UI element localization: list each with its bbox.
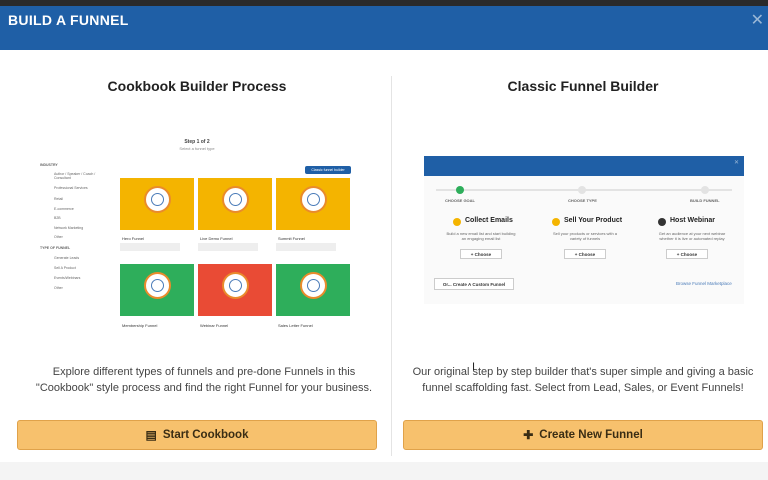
modal-header: BUILD A FUNNEL ✕ bbox=[0, 6, 768, 50]
modal-title: BUILD A FUNNEL bbox=[8, 12, 129, 28]
option-title: Sell Your Product bbox=[564, 217, 623, 224]
card-label: Hero Funnel bbox=[122, 236, 145, 241]
card-label: Webinar Funnel bbox=[200, 323, 229, 328]
sidebar-item: E-commerce bbox=[54, 207, 74, 211]
plus-icon: ✚ bbox=[523, 428, 534, 442]
sidebar-heading-type: TYPE OF FUNNEL bbox=[40, 246, 71, 250]
choose-button: + Choose bbox=[460, 249, 502, 259]
create-new-funnel-label: Create New Funnel bbox=[539, 429, 643, 441]
text-cursor-icon: I bbox=[472, 361, 476, 373]
sidebar-item: Generate Leads bbox=[54, 256, 80, 260]
marketplace-link: Browse Funnel Marketplace bbox=[676, 281, 732, 286]
book-icon: ▤ bbox=[145, 428, 157, 442]
step-label: BUILD FUNNEL bbox=[690, 198, 720, 203]
card-hero-funnel bbox=[120, 178, 194, 230]
choose-button: + Choose bbox=[666, 249, 708, 259]
start-cookbook-label: Start Cookbook bbox=[162, 429, 249, 441]
cart-icon bbox=[552, 218, 560, 226]
webinar-icon bbox=[658, 218, 666, 226]
email-icon bbox=[453, 218, 461, 226]
option-title: Host Webinar bbox=[670, 217, 715, 224]
preview-header-bar: ✕ bbox=[424, 156, 744, 176]
step-dot bbox=[578, 186, 586, 194]
classic-builder-mini-button: Classic funnel builder bbox=[305, 166, 351, 174]
sidebar-item: Retail bbox=[54, 197, 63, 201]
classic-builder-description: Our original step by step builder that's… bbox=[412, 366, 754, 394]
sidebar-heading-industry: INDUSTRY bbox=[40, 163, 58, 167]
step-label: CHOOSE GOAL bbox=[445, 198, 476, 203]
option-text: Get an audience at your next webinar whe… bbox=[658, 231, 726, 241]
sidebar-item: B2B bbox=[54, 216, 61, 220]
sidebar-item: Events/Webinars bbox=[54, 276, 81, 280]
preview-step-sub: Select a funnel type bbox=[179, 146, 215, 151]
choose-button: + Choose bbox=[564, 249, 606, 259]
cookbook-title: Cookbook Builder Process bbox=[107, 78, 287, 94]
option-text: Sell your products or services with a va… bbox=[552, 231, 618, 241]
option-text: Build a new email list and start buildin… bbox=[446, 231, 516, 241]
modal-footer bbox=[0, 462, 768, 480]
sidebar-item: Professional Services bbox=[54, 186, 88, 190]
sidebar-item: Author / Speaker / Coach / Consultant bbox=[54, 172, 96, 180]
card-label: Sales Letter Funnel bbox=[278, 323, 313, 328]
step-label: CHOOSE TYPE bbox=[568, 198, 597, 203]
card-summit-funnel bbox=[276, 178, 350, 230]
step-dot-active bbox=[456, 186, 464, 194]
preview-step: Step 1 of 2 bbox=[184, 139, 210, 145]
sidebar-item: Other bbox=[54, 235, 63, 239]
card-webinar-funnel bbox=[198, 264, 272, 316]
classic-builder-title: Classic Funnel Builder bbox=[507, 78, 659, 94]
card-descriptions bbox=[120, 243, 350, 251]
sidebar-item: Other bbox=[54, 286, 63, 290]
cookbook-description: Explore different types of funnels and p… bbox=[35, 366, 373, 394]
create-new-funnel-button[interactable]: ✚ Create New Funnel bbox=[403, 420, 763, 450]
card-label: Summit Funnel bbox=[278, 236, 305, 241]
sidebar-item: Network Marketing bbox=[54, 226, 84, 230]
step-dot bbox=[701, 186, 709, 194]
card-label: Live Demo Funnel bbox=[200, 236, 233, 241]
option-title: Collect Emails bbox=[465, 217, 513, 224]
card-sales-letter-funnel bbox=[276, 264, 350, 316]
card-label: Membership Funnel bbox=[122, 323, 158, 328]
custom-funnel-mini-button: Or... Create A Custom Funnel bbox=[434, 278, 514, 290]
sidebar-item: Sell A Product bbox=[54, 266, 76, 270]
card-live-demo-funnel bbox=[198, 178, 272, 230]
close-icon[interactable]: ✕ bbox=[751, 10, 764, 30]
card-membership-funnel bbox=[120, 264, 194, 316]
start-cookbook-button[interactable]: ▤ Start Cookbook bbox=[17, 420, 377, 450]
mini-button-label: Classic funnel builder bbox=[311, 168, 345, 172]
column-divider bbox=[391, 76, 392, 456]
